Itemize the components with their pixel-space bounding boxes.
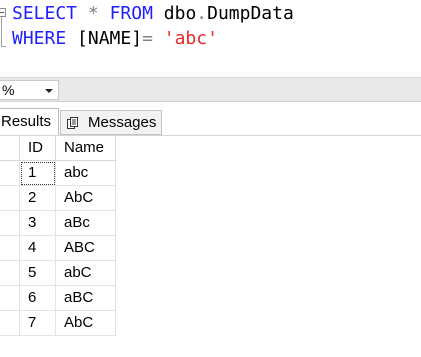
fold-guide [1, 17, 2, 47]
row-selector[interactable] [0, 261, 20, 286]
fold-guide-end [1, 46, 6, 47]
cell-name[interactable]: ABC [56, 236, 116, 261]
row-header-corner[interactable] [0, 136, 20, 161]
cell-id[interactable]: 2 [20, 186, 56, 211]
column-header-id[interactable]: ID [20, 136, 56, 161]
collapse-icon[interactable] [0, 8, 6, 17]
cell-name[interactable]: aBc [56, 211, 116, 236]
row-selector[interactable] [0, 311, 20, 336]
messages-icon [67, 117, 78, 129]
string-literal: 'abc' [163, 28, 218, 49]
keyword-select: SELECT [12, 3, 78, 24]
tab-results[interactable]: Results [0, 108, 59, 135]
cell-name[interactable]: aBC [56, 286, 116, 311]
keyword-where: WHERE [12, 28, 67, 49]
zoom-dropdown[interactable]: % [0, 80, 59, 100]
row-selector[interactable] [0, 186, 20, 211]
tab-messages[interactable]: Messages [60, 110, 162, 135]
horizontal-scrollbar[interactable] [62, 82, 417, 98]
cell-id[interactable]: 5 [20, 261, 56, 286]
row-selector[interactable] [0, 161, 20, 186]
cell-id[interactable]: 4 [20, 236, 56, 261]
column-header-name[interactable]: Name [56, 136, 116, 161]
tab-results-label: Results [1, 113, 52, 130]
equals-operator: = [142, 28, 153, 49]
row-selector[interactable] [0, 236, 20, 261]
cell-name[interactable]: AbC [56, 311, 116, 336]
table-name: DumpData [207, 3, 294, 24]
editor-status-strip: % [0, 77, 421, 102]
cell-id[interactable]: 7 [20, 311, 56, 336]
cell-name[interactable]: abC [56, 261, 116, 286]
cell-name[interactable]: abc [56, 161, 116, 186]
code-line-2[interactable]: WHERE [NAME]= 'abc' [12, 27, 218, 51]
schema-name: dbo [163, 3, 197, 24]
chevron-down-icon[interactable] [45, 89, 53, 93]
dot-separator: . [196, 3, 208, 24]
tab-messages-label: Messages [88, 114, 157, 131]
column-name: [NAME] [77, 28, 143, 49]
query-editor[interactable]: SELECT * FROM dbo.DumpData WHERE [NAME]=… [0, 0, 421, 77]
cell-id[interactable]: 1 [20, 161, 56, 186]
zoom-value: % [2, 82, 15, 98]
cell-name[interactable]: AbC [56, 186, 116, 211]
code-line-1[interactable]: SELECT * FROM dbo.DumpData [12, 2, 294, 26]
keyword-from: FROM [109, 3, 153, 24]
cell-id[interactable]: 3 [20, 211, 56, 236]
results-tab-bar: Results Messages [0, 102, 421, 136]
cell-id[interactable]: 6 [20, 286, 56, 311]
row-selector[interactable] [0, 211, 20, 236]
star-operator: * [87, 3, 99, 24]
row-selector[interactable] [0, 286, 20, 311]
